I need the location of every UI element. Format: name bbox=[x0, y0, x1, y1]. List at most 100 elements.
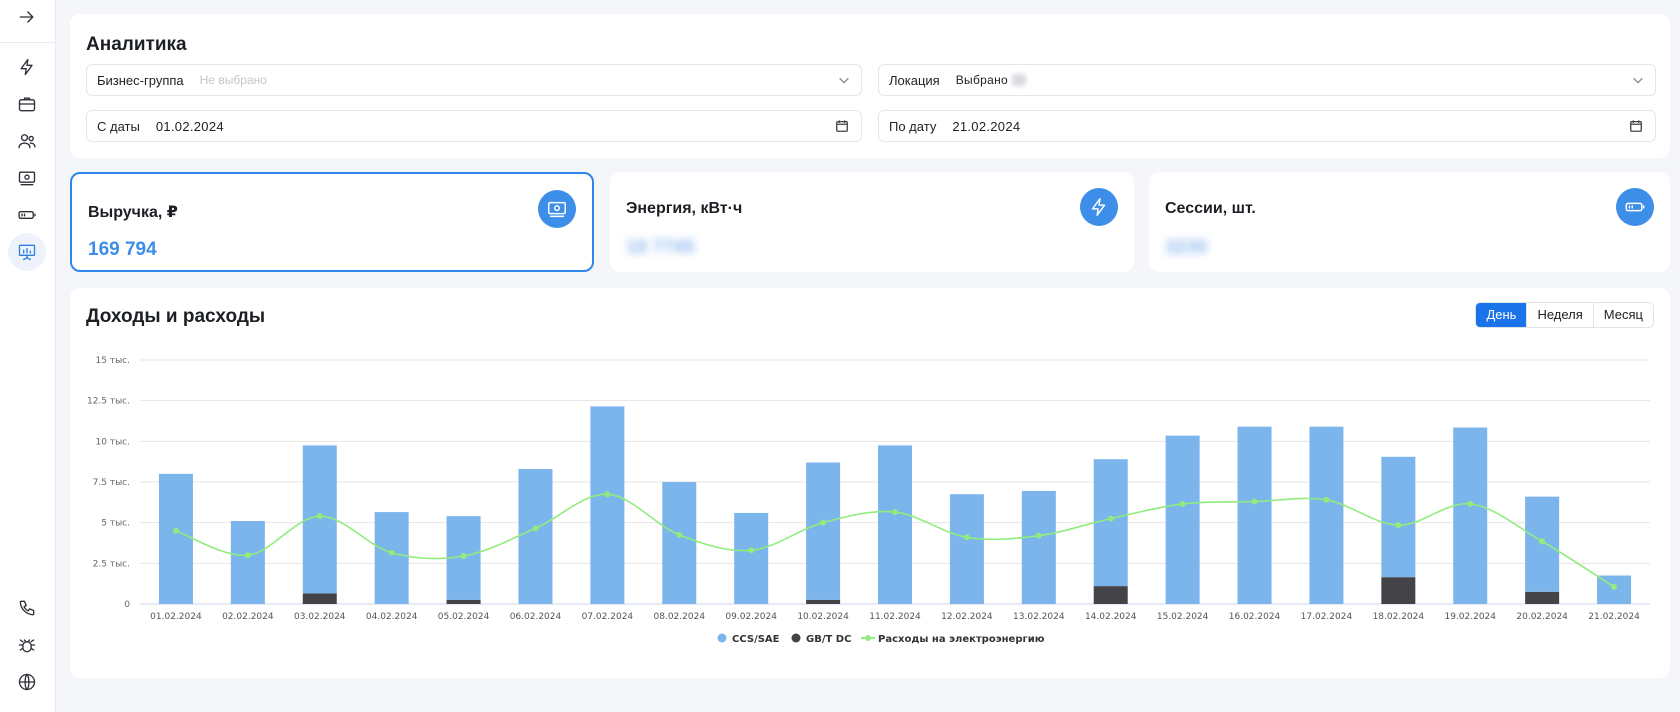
expense-point bbox=[1323, 496, 1330, 503]
battery-icon bbox=[1616, 188, 1654, 226]
x-tick-label: 21.02.2024 bbox=[1588, 612, 1640, 622]
legend-label: CCS/SAE bbox=[732, 634, 780, 645]
bar-ccs-sae bbox=[1093, 459, 1128, 587]
sessions-title: Сессии, шт. bbox=[1165, 200, 1256, 217]
legend-label: GB/T DC bbox=[806, 634, 851, 645]
x-tick-label: 14.02.2024 bbox=[1085, 612, 1137, 622]
bar-ccs-sae bbox=[230, 521, 265, 604]
location-value: Выбрано bbox=[955, 73, 1008, 87]
expand-sidebar-button[interactable] bbox=[8, 0, 46, 36]
y-tick-label: 0 bbox=[124, 600, 130, 610]
x-tick-label: 09.02.2024 bbox=[725, 612, 777, 622]
sidebar-item-analytics[interactable] bbox=[8, 233, 46, 271]
sessions-value: 3230 bbox=[1165, 237, 1208, 258]
bar-gbt-dc bbox=[446, 599, 481, 604]
x-tick-label: 15.02.2024 bbox=[1157, 612, 1209, 622]
calendar-icon[interactable] bbox=[835, 119, 849, 133]
sidebar-item-language[interactable] bbox=[8, 663, 46, 701]
date-from-value: 01.02.2024 bbox=[155, 118, 224, 134]
expense-point bbox=[1467, 500, 1474, 507]
business-group-placeholder: Не выбрано bbox=[199, 73, 267, 87]
revenue-stat-card[interactable]: Выручка, ₽ 169 794 bbox=[70, 172, 594, 272]
x-tick-label: 18.02.2024 bbox=[1373, 612, 1425, 622]
legend-label: Расходы на электроэнергию bbox=[878, 634, 1045, 645]
revenue-title: Выручка, ₽ bbox=[88, 204, 178, 221]
sidebar-item-charging[interactable] bbox=[8, 48, 46, 86]
calendar-icon[interactable] bbox=[1629, 119, 1643, 133]
sidebar-item-stations[interactable] bbox=[8, 196, 46, 234]
filters-panel: Аналитика Бизнес-группа Не выбрано Локац… bbox=[70, 14, 1670, 158]
y-tick-label: 15 тыс. bbox=[96, 356, 130, 366]
battery-icon bbox=[18, 211, 36, 219]
chevron-down-icon bbox=[837, 73, 851, 87]
bar-gbt-dc bbox=[1381, 577, 1416, 604]
business-group-select[interactable]: Бизнес-группа Не выбрано bbox=[86, 64, 862, 96]
date-from-field[interactable]: С даты 01.02.2024 bbox=[86, 110, 862, 142]
expense-point bbox=[1395, 522, 1402, 529]
energy-stat-card[interactable]: Энергия, кВт·ч 18 7745 bbox=[610, 172, 1134, 272]
x-tick-label: 17.02.2024 bbox=[1301, 612, 1353, 622]
sidebar-item-business[interactable] bbox=[8, 85, 46, 123]
expense-point bbox=[1035, 532, 1042, 539]
business-group-label: Бизнес-группа bbox=[97, 72, 184, 88]
y-tick-label: 7.5 тыс. bbox=[93, 478, 130, 488]
expense-point bbox=[532, 525, 539, 532]
sessions-stat-card[interactable]: Сессии, шт. 3230 bbox=[1149, 172, 1670, 272]
expense-point bbox=[1611, 583, 1618, 590]
bar-ccs-sae bbox=[949, 494, 984, 604]
briefcase-icon bbox=[18, 97, 36, 112]
expense-point bbox=[1539, 538, 1546, 545]
expense-point bbox=[892, 509, 898, 516]
expense-point bbox=[820, 519, 827, 526]
x-tick-label: 20.02.2024 bbox=[1516, 612, 1568, 622]
x-tick-label: 13.02.2024 bbox=[1013, 612, 1065, 622]
revenue-value: 169 794 bbox=[88, 239, 157, 260]
bar-ccs-sae bbox=[590, 406, 625, 604]
expense-point bbox=[244, 552, 251, 559]
x-tick-label: 16.02.2024 bbox=[1229, 612, 1281, 622]
analytics-icon bbox=[18, 244, 36, 261]
sidebar-item-bug-report[interactable] bbox=[8, 626, 46, 664]
bar-ccs-sae bbox=[1165, 435, 1200, 604]
bar-ccs-sae bbox=[518, 468, 553, 604]
date-to-label: По дату bbox=[889, 118, 937, 134]
money-icon bbox=[18, 171, 36, 186]
sidebar-item-payments[interactable] bbox=[8, 159, 46, 197]
phone-icon bbox=[19, 600, 35, 616]
y-tick-label: 10 тыс. bbox=[96, 437, 130, 447]
arrow-right-icon bbox=[19, 11, 34, 23]
bar-ccs-sae bbox=[878, 445, 912, 604]
globe-icon bbox=[18, 673, 36, 691]
sidebar-item-support-phone[interactable] bbox=[8, 589, 46, 627]
bar-ccs-sae bbox=[374, 512, 409, 604]
chevron-down-icon bbox=[1631, 73, 1645, 87]
bar-gbt-dc bbox=[1525, 591, 1560, 604]
page-title: Аналитика bbox=[86, 34, 187, 55]
bug-icon bbox=[18, 639, 36, 653]
expense-point bbox=[172, 527, 179, 534]
x-tick-label: 07.02.2024 bbox=[582, 612, 634, 622]
bar-ccs-sae bbox=[734, 512, 769, 604]
bar-ccs-sae bbox=[1021, 490, 1056, 604]
income-expense-chart: 0 2.5 тыс. 5 тыс. 7.5 тыс. 10 тыс. 12.5 тыс. 1… bbox=[87, 356, 1650, 645]
x-tick-label: 03.02.2024 bbox=[294, 612, 346, 622]
location-label: Локация bbox=[889, 72, 940, 88]
expense-point bbox=[604, 491, 611, 498]
x-tick-label: 11.02.2024 bbox=[869, 612, 921, 622]
x-tick-label: 04.02.2024 bbox=[366, 612, 418, 622]
x-tick-label: 12.02.2024 bbox=[941, 612, 993, 622]
expense-point bbox=[1179, 500, 1186, 507]
date-to-field[interactable]: По дату 21.02.2024 bbox=[878, 110, 1656, 142]
sidebar-item-users[interactable] bbox=[8, 122, 46, 160]
expense-point bbox=[748, 547, 755, 554]
bar-ccs-sae bbox=[662, 482, 697, 604]
legend-marker bbox=[791, 633, 801, 643]
y-tick-label: 2.5 тыс. bbox=[93, 559, 130, 569]
date-from-label: С даты bbox=[97, 118, 140, 134]
y-tick-label: 12.5 тыс. bbox=[87, 397, 130, 407]
bar-gbt-dc bbox=[302, 593, 337, 604]
expense-point bbox=[388, 549, 395, 556]
expense-point bbox=[460, 553, 467, 560]
expense-point bbox=[963, 534, 970, 541]
location-select[interactable]: Локация Выбрано bbox=[878, 64, 1656, 96]
